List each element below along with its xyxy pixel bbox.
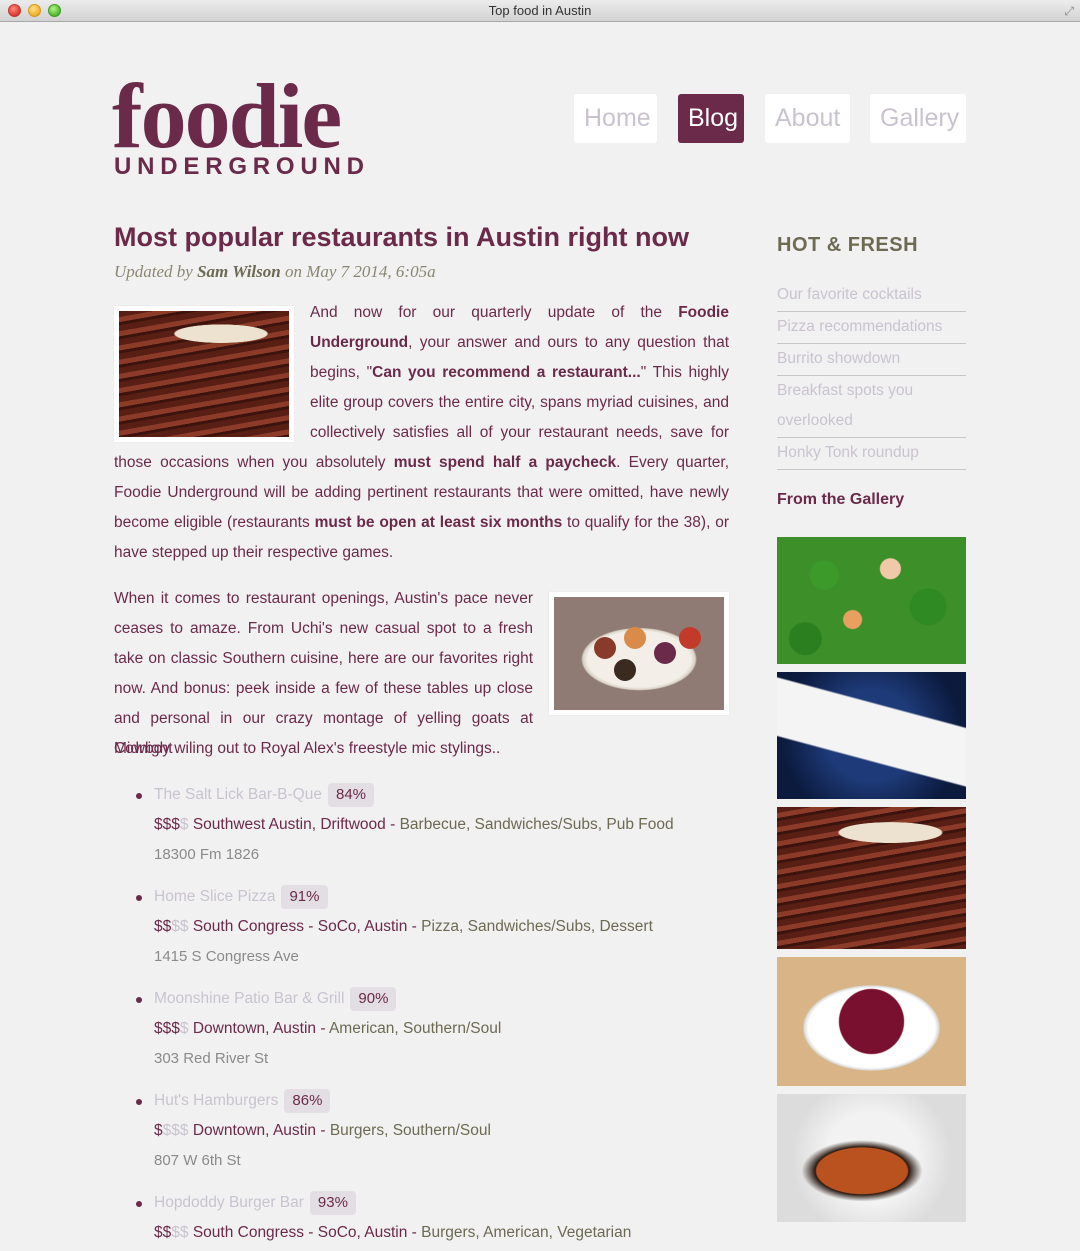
sidebar-link-breakfast[interactable]: Breakfast spots you overlooked — [777, 376, 966, 438]
categories: Barbecue, Sandwiches/Subs, Pub Food — [399, 816, 674, 833]
restaurant-link[interactable]: Hopdoddy Burger Bar — [154, 1194, 304, 1211]
address: 303 Red River St — [154, 1050, 269, 1067]
window-titlebar: Top food in Austin ⤢ — [0, 0, 1080, 22]
categories: American, Southern/Soul — [328, 1020, 502, 1037]
plate-image — [554, 597, 724, 710]
bullet — [136, 997, 142, 1003]
gallery-image-berries[interactable] — [777, 957, 966, 1086]
restaurant-link[interactable]: Home Slice Pizza — [154, 888, 275, 905]
gallery-image-dish[interactable] — [777, 672, 966, 799]
byline: Updated by Sam Wilson on May 7 2014, 6:0… — [114, 262, 436, 281]
logo-underground: UNDERGROUND — [114, 153, 370, 180]
article-title: Most popular restaurants in Austin right… — [114, 222, 690, 252]
score-badge: 93% — [309, 1191, 356, 1215]
second-paragraph-tail: Cowboy wiling out to Royal Alex's freest… — [114, 740, 501, 757]
score-badge: 86% — [284, 1089, 331, 1113]
price-off: $$ — [171, 1224, 189, 1241]
logo-foodie[interactable]: foodie — [112, 70, 342, 162]
price-on: $$ — [154, 1224, 172, 1241]
gallery-image-broccoli[interactable] — [777, 537, 966, 664]
sidebar-heading: HOT & FRESH — [777, 234, 919, 256]
nav-home[interactable]: Home — [574, 94, 657, 143]
fullscreen-icon[interactable]: ⤢ — [1064, 4, 1074, 19]
gallery-image-pot[interactable] — [777, 1094, 966, 1222]
price-on: $ — [154, 1122, 163, 1139]
sidebar-links: Our favorite cocktails Pizza recommendat… — [777, 280, 966, 470]
score-badge: 91% — [281, 885, 328, 909]
price-on: $$$ — [154, 1020, 180, 1037]
address: 807 W 6th St — [154, 1152, 241, 1169]
area: South Congress - SoCo, Austin — [192, 918, 408, 935]
restaurant-link[interactable]: Moonshine Patio Bar & Grill — [154, 990, 344, 1007]
plate-photo — [549, 592, 729, 715]
window-title: Top food in Austin — [488, 3, 592, 18]
sidebar-link-cocktails[interactable]: Our favorite cocktails — [777, 280, 966, 312]
price-off: $$ — [171, 918, 189, 935]
address: 18300 Fm 1826 — [154, 846, 260, 863]
score-badge: 84% — [327, 783, 375, 807]
price-off: $ — [179, 1020, 189, 1037]
price-off: $ — [179, 816, 189, 833]
sidebar-link-honky-tonk[interactable]: Honky Tonk roundup — [777, 438, 966, 470]
bullet — [136, 1099, 142, 1105]
categories: Pizza, Sandwiches/Subs, Dessert — [421, 918, 653, 935]
area: South Congress - SoCo, Austin — [192, 1224, 408, 1241]
score-badge: 90% — [350, 987, 397, 1011]
intro-paragraph: And now for our quarterly update of the … — [114, 304, 729, 561]
bullet — [136, 895, 142, 901]
price-off: $$$ — [162, 1122, 189, 1139]
gallery-heading: From the Gallery — [777, 491, 905, 508]
sidebar-link-burrito[interactable]: Burrito showdown — [777, 344, 966, 376]
author-link[interactable]: Sam Wilson — [197, 262, 281, 281]
bullet — [136, 793, 142, 799]
area: Southwest Austin, Driftwood — [192, 816, 386, 833]
restaurant-link[interactable]: Hut's Hamburgers — [154, 1092, 278, 1109]
nav-about[interactable]: About — [765, 94, 850, 143]
address: 1415 S Congress Ave — [154, 948, 299, 965]
gallery-image-sandwich[interactable] — [777, 807, 966, 949]
nav-blog[interactable]: Blog — [678, 94, 744, 143]
categories: Burgers, Southern/Soul — [329, 1122, 491, 1139]
price-on: $$$ — [154, 816, 180, 833]
area: Downtown, Austin — [192, 1122, 317, 1139]
price-on: $$ — [154, 918, 172, 935]
bullet — [136, 1201, 142, 1207]
area: Downtown, Austin — [192, 1020, 317, 1037]
nav-gallery[interactable]: Gallery — [870, 94, 966, 143]
restaurant-link[interactable]: The Salt Lick Bar-B-Que — [154, 786, 322, 803]
sidebar-link-pizza[interactable]: Pizza recommendations — [777, 312, 966, 344]
categories: Burgers, American, Vegetarian — [421, 1224, 632, 1241]
